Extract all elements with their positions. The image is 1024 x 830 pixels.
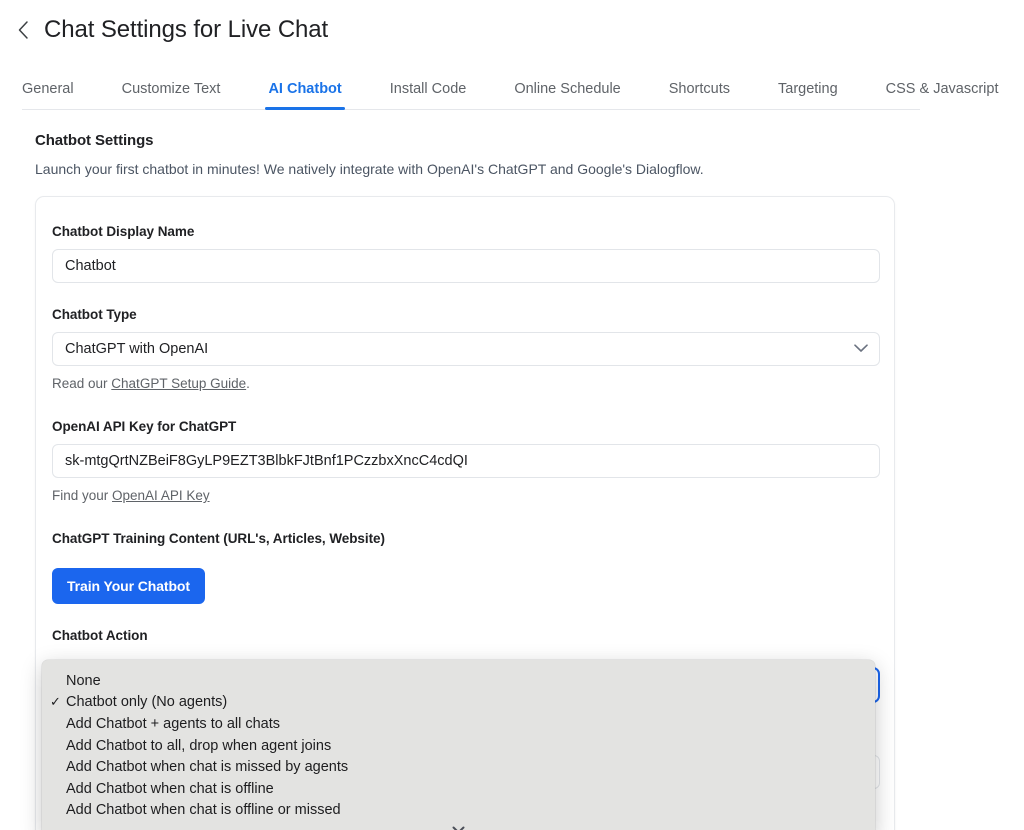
training-content-label: ChatGPT Training Content (URL's, Article… (52, 531, 878, 546)
check-icon: ✓ (50, 694, 66, 710)
dropdown-option[interactable]: Add Chatbot when chat is missed by agent… (42, 756, 875, 778)
chatbot-type-select[interactable]: ChatGPT with OpenAI (52, 332, 880, 366)
tab-targeting[interactable]: Targeting (778, 80, 838, 110)
chatgpt-setup-guide-link[interactable]: ChatGPT Setup Guide (111, 376, 246, 391)
field-display-name: Chatbot Display Name (52, 211, 878, 283)
dropdown-option-label: Add Chatbot to all, drop when agent join… (66, 738, 331, 754)
openai-api-key-link[interactable]: OpenAI API Key (112, 488, 210, 503)
section-title: Chatbot Settings (35, 132, 1024, 149)
dropdown-scroll-down-button[interactable] (42, 826, 875, 830)
chatbot-type-label: Chatbot Type (52, 307, 878, 322)
chevron-left-icon (17, 20, 29, 40)
tab-shortcuts[interactable]: Shortcuts (669, 80, 730, 110)
tab-customize-text[interactable]: Customize Text (122, 80, 221, 110)
dropdown-option-label: Add Chatbot + agents to all chats (66, 716, 280, 732)
chatbot-action-label: Chatbot Action (52, 628, 878, 643)
api-key-helper: Find your OpenAI API Key (52, 488, 878, 503)
dropdown-option[interactable]: Add Chatbot when chat is offline (42, 778, 875, 800)
field-training-content: ChatGPT Training Content (URL's, Article… (52, 503, 878, 604)
chatbot-type-select-wrap: ChatGPT with OpenAI (52, 332, 880, 366)
dropdown-option-selected[interactable]: ✓ Chatbot only (No agents) (42, 692, 875, 714)
dropdown-option-label: None (66, 673, 101, 689)
chatbot-display-name-input[interactable] (52, 249, 880, 283)
page-title: Chat Settings for Live Chat (44, 15, 328, 45)
back-button[interactable] (14, 17, 32, 43)
chatbot-type-helper: Read our ChatGPT Setup Guide. (52, 376, 878, 391)
api-key-label: OpenAI API Key for ChatGPT (52, 419, 878, 434)
tab-bar: General Customize Text AI Chatbot Instal… (0, 58, 1024, 110)
chatbot-type-value: ChatGPT with OpenAI (65, 341, 208, 357)
field-chatbot-action: Chatbot Action (52, 604, 878, 643)
chatbot-action-dropdown-menu[interactable]: None ✓ Chatbot only (No agents) Add Chat… (42, 660, 875, 830)
dropdown-option-label: Add Chatbot when chat is missed by agent… (66, 759, 348, 775)
tab-general[interactable]: General (22, 80, 74, 110)
dropdown-option[interactable]: Add Chatbot when chat is offline or miss… (42, 800, 875, 822)
field-api-key: OpenAI API Key for ChatGPT Find your Ope… (52, 391, 878, 503)
tab-css-javascript[interactable]: CSS & Javascript (886, 80, 999, 110)
helper-suffix: . (246, 376, 250, 391)
dropdown-option-label: Chatbot only (No agents) (66, 694, 227, 710)
helper-prefix: Read our (52, 376, 111, 391)
chevron-down-icon (452, 826, 465, 830)
field-chatbot-type: Chatbot Type ChatGPT with OpenAI Read ou… (52, 283, 878, 391)
chatbot-settings-section: Chatbot Settings Launch your first chatb… (0, 110, 1024, 179)
dropdown-option-label: Add Chatbot when chat is offline or miss… (66, 802, 341, 818)
dropdown-option[interactable]: Add Chatbot + agents to all chats (42, 713, 875, 735)
dropdown-option[interactable]: None (42, 670, 875, 692)
display-name-label: Chatbot Display Name (52, 224, 878, 239)
tab-online-schedule[interactable]: Online Schedule (514, 80, 620, 110)
page-header: Chat Settings for Live Chat (0, 0, 1024, 48)
openai-api-key-input[interactable] (52, 444, 880, 478)
dropdown-option[interactable]: Add Chatbot to all, drop when agent join… (42, 735, 875, 757)
train-your-chatbot-button[interactable]: Train Your Chatbot (52, 568, 205, 604)
dropdown-option-label: Add Chatbot when chat is offline (66, 781, 274, 797)
section-subtitle: Launch your first chatbot in minutes! We… (35, 159, 1024, 179)
tab-ai-chatbot[interactable]: AI Chatbot (268, 80, 341, 110)
tab-install-code[interactable]: Install Code (390, 80, 467, 110)
helper-prefix: Find your (52, 488, 112, 503)
